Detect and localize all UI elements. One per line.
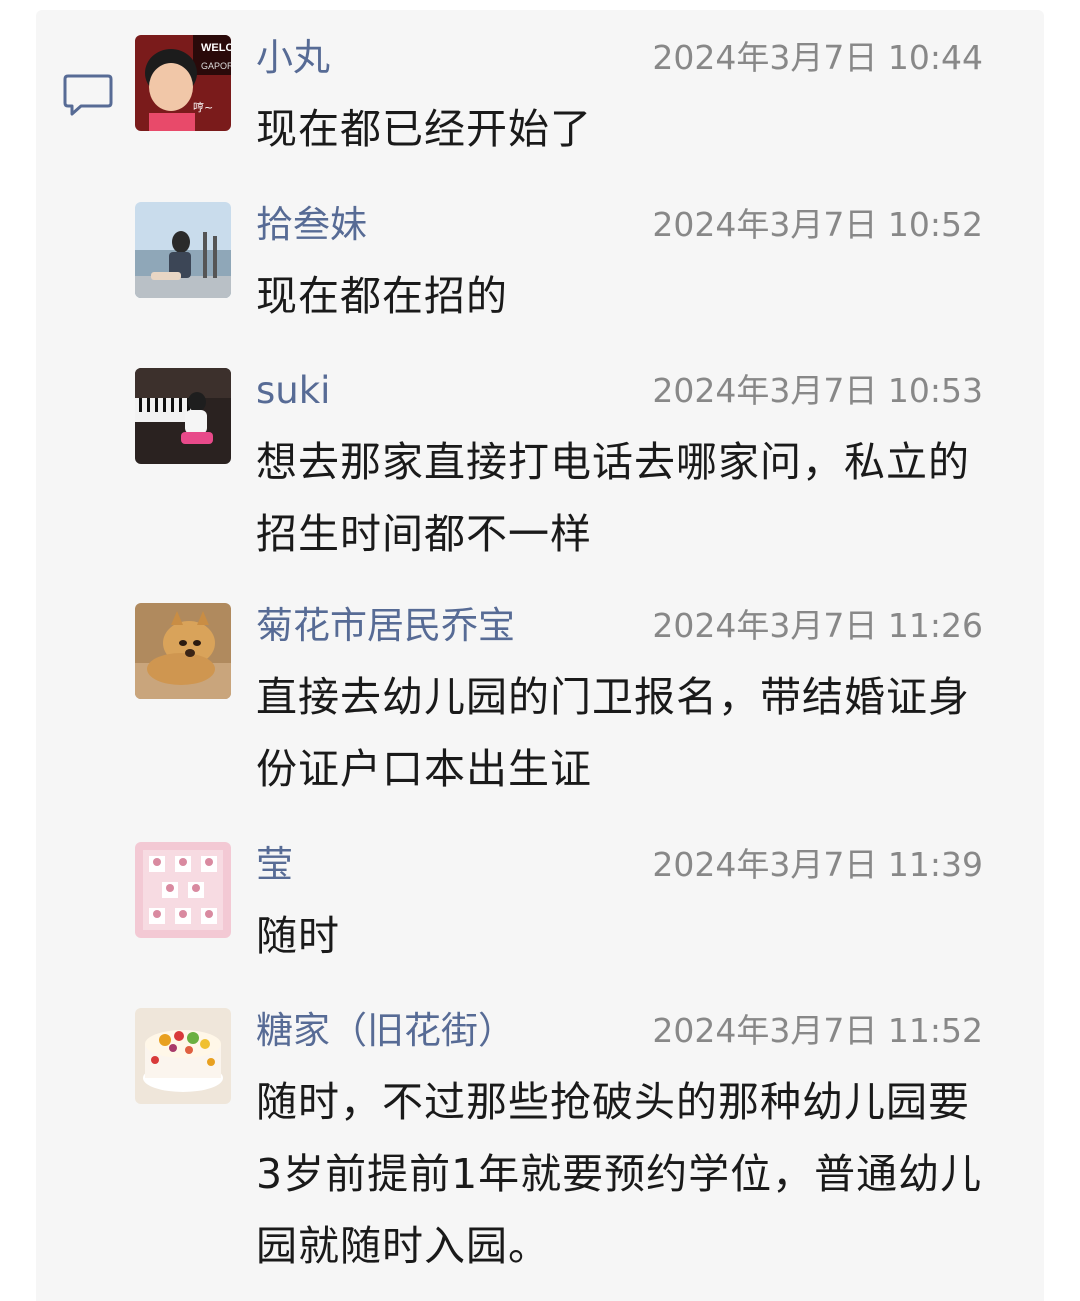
comment-text: 现在都在招的 (256, 272, 508, 320)
comment-text: 现在都已经开始了 (256, 105, 592, 153)
comment-time: 2024年3月7日 11:52 (652, 1011, 983, 1050)
commenter-name[interactable]: suki (256, 368, 330, 414)
avatar[interactable] (135, 842, 231, 938)
commenter-name[interactable]: 糖家（旧花街） (256, 1008, 515, 1054)
avatar[interactable] (135, 368, 231, 464)
comment-text: 想去那家直接打电话去哪家问，私立的招生时间都不一样 (256, 438, 970, 558)
commenter-name[interactable]: 小丸 (256, 35, 330, 81)
comment-time: 2024年3月7日 11:39 (652, 845, 983, 884)
avatar[interactable] (135, 603, 231, 699)
comment-text: 随时 (256, 912, 340, 960)
comment-text: 直接去幼儿园的门卫报名，带结婚证身份证户口本出生证 (256, 673, 970, 793)
comment-text: 随时，不过那些抢破头的那种幼儿园要3岁前提前1年就要预约学位，普通幼儿园就随时入… (256, 1078, 983, 1270)
comment-time: 2024年3月7日 10:53 (652, 371, 983, 410)
commenter-name[interactable]: 菊花市居民乔宝 (256, 603, 515, 649)
speech-bubble-icon (63, 74, 113, 116)
comment-time: 2024年3月7日 10:52 (652, 205, 983, 244)
commenter-name[interactable]: 莹 (256, 842, 293, 888)
comment-time: 2024年3月7日 11:26 (652, 606, 983, 645)
sign-text: GAPORE (201, 61, 231, 71)
commenter-name[interactable]: 拾叁妹 (256, 202, 367, 248)
avatar[interactable] (135, 1008, 231, 1104)
sign-text: WELCO (201, 42, 231, 54)
avatar[interactable]: WELCO GAPORE 哼~ (135, 35, 231, 131)
avatar[interactable] (135, 202, 231, 298)
comment-time: 2024年3月7日 10:44 (652, 38, 983, 77)
avatar-caption: 哼~ (193, 100, 213, 114)
